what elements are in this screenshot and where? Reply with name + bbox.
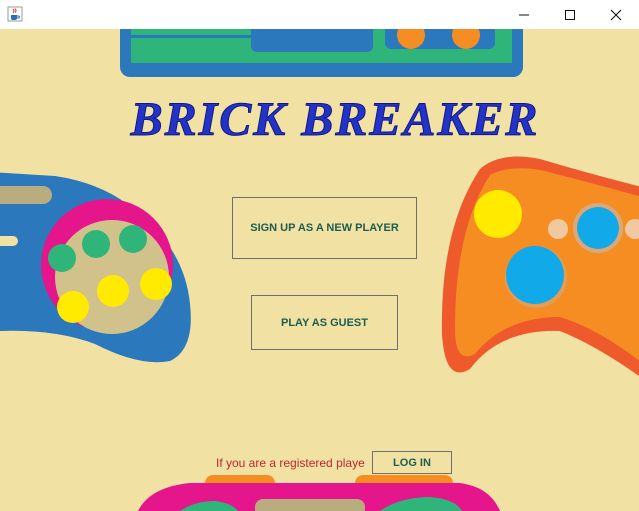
left-controller-illustration xyxy=(0,172,191,363)
background-art: BRICK BREAKER xyxy=(0,29,639,511)
top-controller-illustration xyxy=(120,29,523,77)
app-window: BRICK BREAKER SIGN UP AS A NEW PLAYER PL… xyxy=(0,0,639,511)
main-panel: BRICK BREAKER SIGN UP AS A NEW PLAYER PL… xyxy=(0,29,639,511)
maximize-icon xyxy=(565,9,575,20)
minimize-button[interactable] xyxy=(501,0,547,29)
log-in-button[interactable]: LOG IN xyxy=(372,451,452,474)
sign-up-button[interactable]: SIGN UP AS A NEW PLAYER xyxy=(232,197,417,259)
login-prompt-text: If you are a registered playe xyxy=(216,456,365,470)
java-cup-icon xyxy=(7,6,23,22)
maximize-button[interactable] xyxy=(547,0,593,29)
game-title: BRICK BREAKER xyxy=(130,93,540,146)
title-bar xyxy=(0,0,639,29)
close-icon xyxy=(610,9,622,20)
play-as-guest-button[interactable]: PLAY AS GUEST xyxy=(251,295,398,350)
minimize-icon xyxy=(519,14,529,15)
close-button[interactable] xyxy=(593,0,639,29)
right-controller-illustration xyxy=(441,156,639,377)
bottom-controller-illustration xyxy=(138,475,500,511)
